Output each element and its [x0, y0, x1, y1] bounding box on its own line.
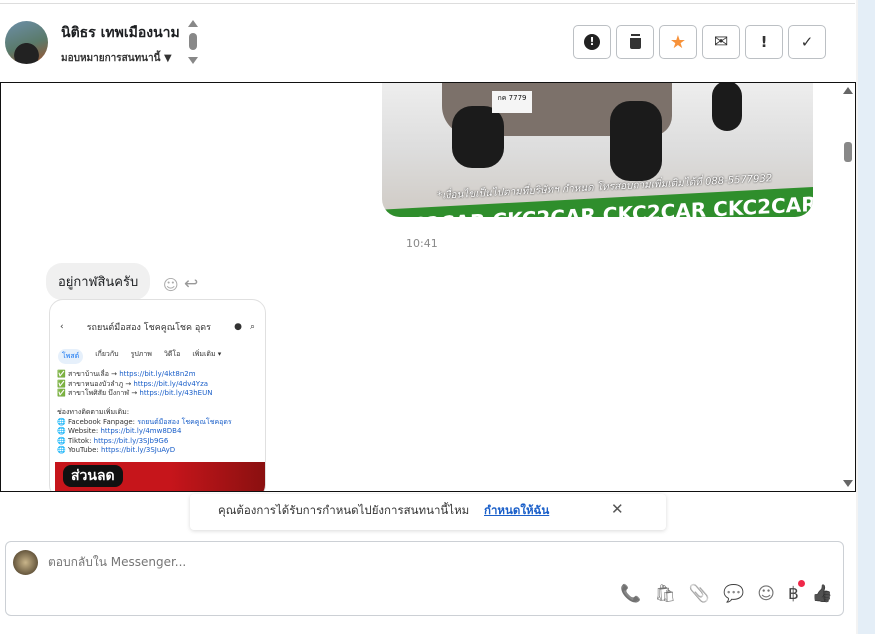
page-avatar — [13, 550, 38, 575]
page-title: รถยนต์มือสอง โชคคูณโชค อุดร — [86, 323, 211, 333]
emoji-icon[interactable]: ☺ — [757, 584, 775, 604]
info-link: https://bit.ly/3SJb9G6 — [93, 436, 169, 445]
screenshot-tab: วิดีโอ — [163, 350, 181, 358]
info-label: 🌐 Facebook Fanpage: — [57, 417, 138, 426]
search-icon: ⌕ — [249, 322, 255, 332]
message-thread: กค 7779 CKC2CAR CKC2CAR CKC2CAR CKC2CAR … — [0, 82, 856, 492]
trash-icon — [629, 35, 641, 49]
license-plate: กค 7779 — [492, 91, 532, 113]
info-line: 🌐 Website: https://bit.ly/4mw8DB4 — [57, 427, 232, 437]
screenshot-tab: เพิ่มเติม ▾ — [192, 350, 222, 358]
back-icon: ‹ — [60, 322, 64, 332]
alert-circle-icon: ! — [584, 34, 600, 50]
header-scrollbar[interactable] — [188, 20, 198, 66]
divider — [0, 3, 855, 4]
reply-input[interactable] — [48, 555, 748, 569]
screenshot-tab: โพสต์ — [58, 349, 84, 364]
close-icon[interactable]: ✕ — [611, 500, 624, 518]
screenshot-tab: รูปภาพ — [130, 350, 152, 358]
info-line: ✅ สาขาโพศิสัย บึงกาฬ → https://bit.ly/43… — [57, 389, 232, 399]
info-link: https://bit.ly/43hEUN — [139, 389, 213, 397]
reply-composer: 📞 🛍 📎 💬 ☺ ฿ 👍 — [5, 541, 844, 616]
screenshot-attachment[interactable]: ‹ รถยนต์มือสอง โชคคูณโชค อุดร ● ⌕ โพสต์ เกี่… — [49, 299, 266, 491]
check-icon: ✓ — [800, 33, 814, 51]
assign-label: มอบหมายการสนทนานี้ — [61, 53, 161, 64]
call-add-icon[interactable]: 📞 — [620, 584, 641, 604]
screenshot-tab: เกี่ยวกับ — [95, 350, 119, 358]
messenger-icon: ● — [234, 322, 242, 332]
info-label: ✅ สาขาหนองบัวลำภู → — [57, 379, 134, 388]
done-button[interactable]: ✓ — [788, 25, 826, 59]
info-link: https://bit.ly/3SJuAyD — [101, 446, 176, 454]
star-icon: ★ — [669, 31, 687, 53]
info-line: ✅ สาขาหนองบัวลำภู → https://bit.ly/4dv4Y… — [57, 380, 232, 390]
info-label: 🌐 Website: — [57, 427, 101, 435]
assign-notice: คุณต้องการได้รับการกำหนดไปยังการสนทนานี้… — [190, 494, 666, 530]
delete-button[interactable] — [616, 25, 654, 59]
follow-up-button[interactable]: ! — [745, 25, 783, 59]
info-link: รถยนต์มือสอง โชคคูณโชคอุดร — [137, 417, 232, 426]
info-line: ✅ สาขาบ้านเลื่อ → https://bit.ly/4kt8n2m — [57, 370, 232, 380]
caret-down-icon: ▼ — [163, 53, 172, 64]
info-link: https://bit.ly/4dv4Yza — [133, 379, 209, 388]
car-wheel — [452, 106, 504, 168]
info-line: 🌐 Tiktok: https://bit.ly/3SJb9G6 — [57, 437, 232, 447]
contact-heading: ช่องทางติดตามเพิ่มเติม: — [57, 408, 130, 416]
contact-name[interactable]: นิติธร เทพเมืองนาม — [61, 22, 180, 44]
saved-replies-icon[interactable]: 💬 — [723, 584, 744, 604]
shop-icon[interactable]: 🛍 — [654, 584, 676, 604]
car-image-attachment[interactable]: กค 7779 CKC2CAR CKC2CAR CKC2CAR CKC2CAR … — [382, 83, 813, 217]
notice-text: คุณต้องการได้รับการกำหนดไปยังการสนทนานี้… — [218, 503, 470, 517]
info-link: https://bit.ly/4kt8n2m — [119, 370, 196, 378]
react-smile-icon[interactable]: ☺ — [163, 276, 179, 294]
mark-unread-button[interactable]: ✉ — [702, 25, 740, 59]
info-line: 🌐 YouTube: https://bit.ly/3SJuAyD — [57, 446, 232, 456]
info-link: https://bit.ly/4mw8DB4 — [100, 427, 182, 435]
car-wheel — [610, 101, 662, 181]
info-line: 🌐 Facebook Fanpage: รถยนต์มือสอง โชคคูณโ… — [57, 418, 232, 428]
car-wheel — [712, 83, 742, 131]
promo-banner: ส่วนลด — [55, 462, 265, 491]
right-edge-panel — [856, 0, 875, 634]
promo-text: ส่วนลด — [63, 465, 123, 487]
payment-icon[interactable]: ฿ — [788, 580, 805, 604]
info-label: ✅ สาขาบ้านเลื่อ → — [57, 370, 120, 378]
assign-to-me-link[interactable]: กำหนดให้ฉัน — [484, 502, 549, 520]
reply-icon[interactable]: ↩ — [184, 274, 198, 294]
info-label: ✅ สาขาโพศิสัย บึงกาฬ → — [57, 389, 140, 397]
info-label: 🌐 Tiktok: — [57, 436, 94, 445]
incoming-message[interactable]: อยู่กาฬสินครับ — [46, 263, 151, 300]
attach-icon[interactable]: 📎 — [689, 584, 710, 604]
conversation-actions: ! ★ ✉ ! ✓ — [573, 25, 826, 59]
star-button[interactable]: ★ — [659, 25, 697, 59]
assign-dropdown[interactable]: มอบหมายการสนทนานี้ ▼ — [61, 51, 172, 66]
message-timestamp: 10:41 — [406, 237, 438, 250]
envelope-icon: ✉ — [713, 32, 729, 52]
notification-dot — [797, 580, 805, 587]
exclamation-icon: ! — [760, 33, 768, 51]
info-label: 🌐 YouTube: — [57, 446, 101, 454]
thread-scrollbar[interactable] — [842, 85, 854, 489]
contact-avatar[interactable] — [5, 21, 48, 64]
like-icon[interactable]: 👍 — [812, 584, 833, 604]
spam-button[interactable]: ! — [573, 25, 611, 59]
